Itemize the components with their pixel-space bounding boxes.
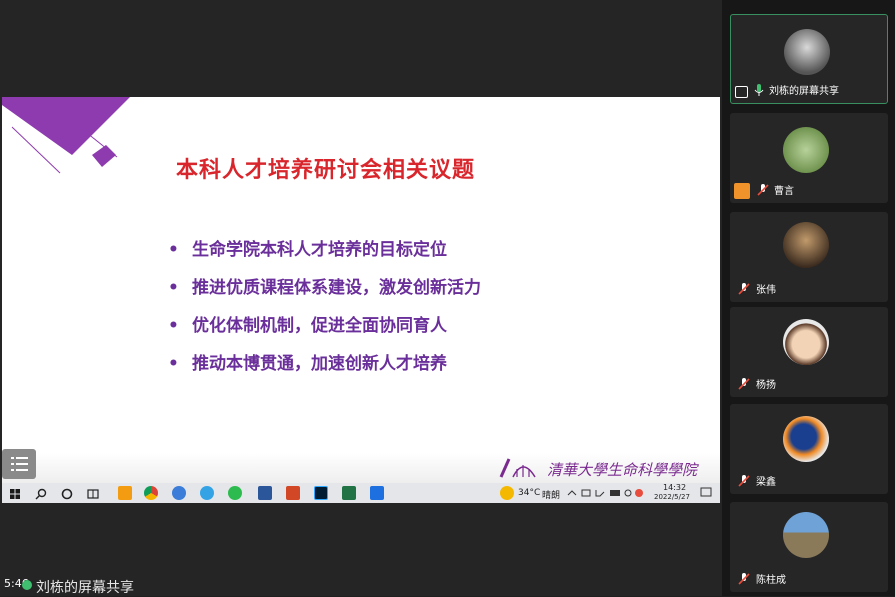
weather-icon[interactable]: [500, 486, 514, 500]
wechat-icon[interactable]: [228, 486, 242, 500]
university-logo-icon: [499, 458, 536, 478]
app-meeting-icon[interactable]: [370, 486, 384, 500]
participant-name: 陈柱成: [756, 575, 786, 586]
app-swirl-icon[interactable]: [172, 486, 186, 500]
participant-tile-3[interactable]: 张伟: [730, 212, 888, 302]
participant-name: 梁鑫: [756, 477, 776, 488]
screen-share-icon: [735, 86, 748, 98]
slide-bullet-4: • 推动本博贯通，加速创新人才培养: [168, 354, 447, 374]
avatar: [783, 512, 829, 558]
powerpoint-icon[interactable]: [286, 486, 300, 500]
system-tray-icons[interactable]: [566, 487, 646, 499]
avatar: [783, 127, 829, 173]
app-orange-icon[interactable]: [118, 486, 132, 500]
avatar: [783, 222, 829, 268]
app-browser-icon[interactable]: [200, 486, 214, 500]
weather-desc[interactable]: 晴朗: [542, 488, 560, 501]
participant-tile-6[interactable]: 陈柱成: [730, 502, 888, 592]
avatar: [784, 29, 830, 75]
notification-icon[interactable]: [700, 487, 712, 499]
excel-icon[interactable]: [342, 486, 356, 500]
participant-tile-sharer[interactable]: 刘栋的屏幕共享: [730, 14, 888, 104]
start-icon[interactable]: [8, 486, 22, 500]
weather-temp[interactable]: 34°C: [518, 488, 540, 498]
participant-name: 刘栋的屏幕共享: [769, 86, 839, 97]
avatar: [783, 416, 829, 462]
mic-muted-icon: [757, 184, 769, 196]
mic-muted-icon: [738, 283, 750, 295]
clock-time[interactable]: 14:32: [663, 483, 686, 492]
slide-bullet-1: • 生命学院本科人才培养的目标定位: [168, 240, 447, 260]
chrome-icon[interactable]: [144, 486, 158, 500]
slide-menu-button[interactable]: [2, 449, 36, 479]
mic-muted-icon: [738, 573, 750, 585]
word-icon[interactable]: [258, 486, 272, 500]
photoshop-icon[interactable]: [314, 486, 328, 500]
slide-corner-decoration-icon: [2, 97, 130, 174]
taskview-icon[interactable]: [86, 486, 100, 500]
mic-muted-icon: [738, 475, 750, 487]
host-person-icon: [734, 183, 750, 199]
mic-muted-icon: [738, 378, 750, 390]
participant-name: 张伟: [756, 285, 776, 296]
windows-taskbar: 34°C 晴朗 14:32 2022/5/27: [2, 483, 720, 503]
slide-title: 本科人才培养研讨会相关议题: [176, 158, 476, 183]
participant-tile-4[interactable]: 杨扬: [730, 307, 888, 397]
slide-bullet-2: • 推进优质课程体系建设，激发创新活力: [168, 278, 481, 298]
presentation-slide: 本科人才培养研讨会相关议题 • 生命学院本科人才培养的目标定位 • 推进优质课程体系…: [2, 97, 720, 483]
participant-name: 曹言: [774, 186, 794, 197]
list-menu-icon: [11, 457, 28, 471]
mic-on-icon: [754, 84, 764, 96]
screen-share-label: 刘栋的屏幕共享: [36, 580, 134, 596]
avatar: [783, 319, 829, 365]
cortana-icon[interactable]: [60, 486, 74, 500]
clock-date[interactable]: 2022/5/27: [654, 493, 690, 501]
slide-bullet-3: • 优化体制机制，促进全面协同育人: [168, 316, 447, 336]
search-icon[interactable]: [34, 486, 48, 500]
participant-tile-5[interactable]: 梁鑫: [730, 404, 888, 494]
participant-name: 杨扬: [756, 380, 776, 391]
participant-tile-2[interactable]: 曹言: [730, 113, 888, 203]
mic-active-icon: [22, 580, 32, 590]
university-logo-text: 清華大學生命科學學院: [547, 461, 698, 479]
